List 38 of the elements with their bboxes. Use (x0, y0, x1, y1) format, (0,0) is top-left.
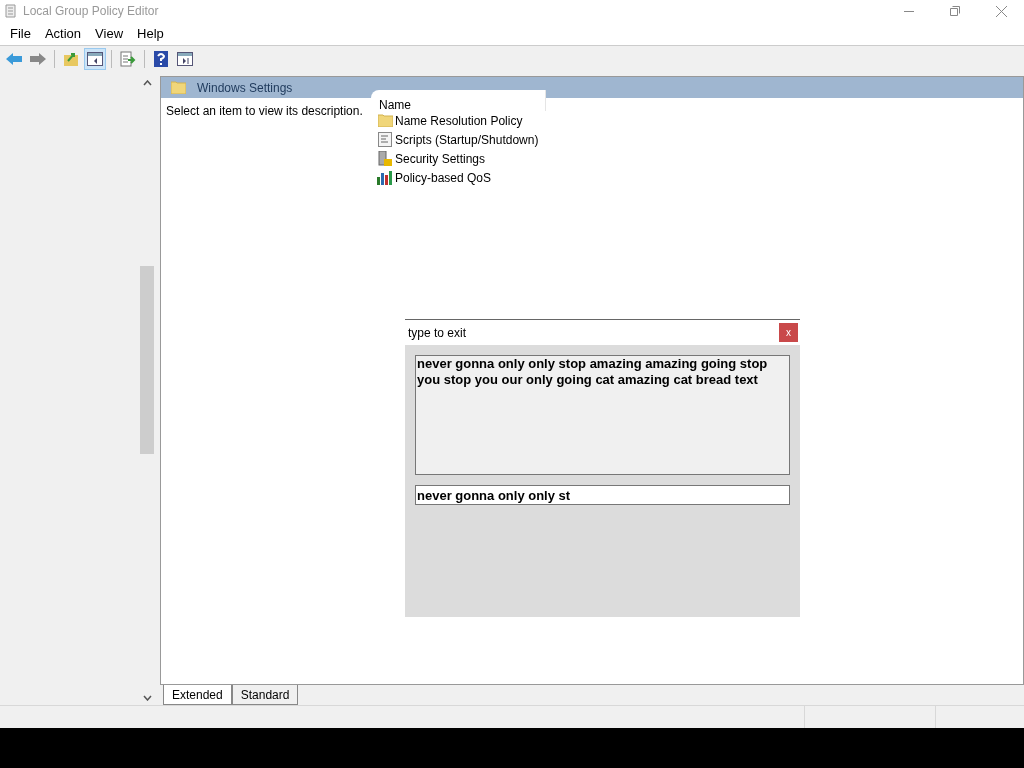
toolbar-button[interactable] (84, 47, 106, 70)
folder-icon (171, 81, 186, 94)
bar-chart-icon (377, 170, 393, 185)
back-arrow-icon (5, 51, 23, 66)
prompt-text-box: never gonna only only stop amazing amazing going stop you stop you our only going cat amazing cat bread text (415, 355, 790, 475)
window-title: Local Group Policy Editor (23, 3, 159, 20)
answer-input-field[interactable]: never gonna only only st (415, 485, 790, 505)
folder-arrow-icon (63, 50, 79, 67)
list-item[interactable]: Name Resolution Policy (395, 111, 523, 130)
list-item[interactable]: Policy-based QoS (395, 168, 492, 187)
dialog-title: type to exit (408, 324, 467, 342)
script-icon (378, 132, 392, 147)
list-item[interactable]: Security Settings (395, 149, 486, 168)
scroll-icon (4, 3, 17, 19)
panel-title: Windows Settings (197, 79, 293, 97)
menu-item[interactable]: Help (130, 23, 171, 44)
pane-icon (177, 51, 193, 66)
list-item[interactable]: Scripts (Startup/Shutdown) (395, 130, 539, 149)
close-icon (995, 5, 1007, 17)
export-list-icon (120, 50, 136, 67)
view-tab[interactable]: Standard (231, 685, 299, 705)
forward-arrow-icon (29, 51, 47, 66)
scroll-thumb[interactable] (140, 266, 154, 454)
view-tab[interactable]: Extended (163, 685, 232, 705)
help-icon (154, 50, 168, 67)
pane-icon (87, 51, 103, 66)
description-text: Select an item to view its description. (165, 103, 364, 120)
restore-icon (950, 6, 960, 16)
folder-icon (377, 114, 393, 127)
minimize-icon (904, 10, 914, 12)
menu-item[interactable]: File (3, 23, 38, 44)
menu-item[interactable]: View (88, 23, 131, 44)
scroll-down-icon[interactable] (142, 695, 152, 701)
server-lock-icon (378, 151, 392, 166)
dialog-close-button[interactable]: x (779, 323, 798, 342)
scroll-up-icon[interactable] (142, 80, 152, 86)
menu-item[interactable]: Action (37, 23, 89, 44)
column-header[interactable]: Name (371, 90, 546, 111)
